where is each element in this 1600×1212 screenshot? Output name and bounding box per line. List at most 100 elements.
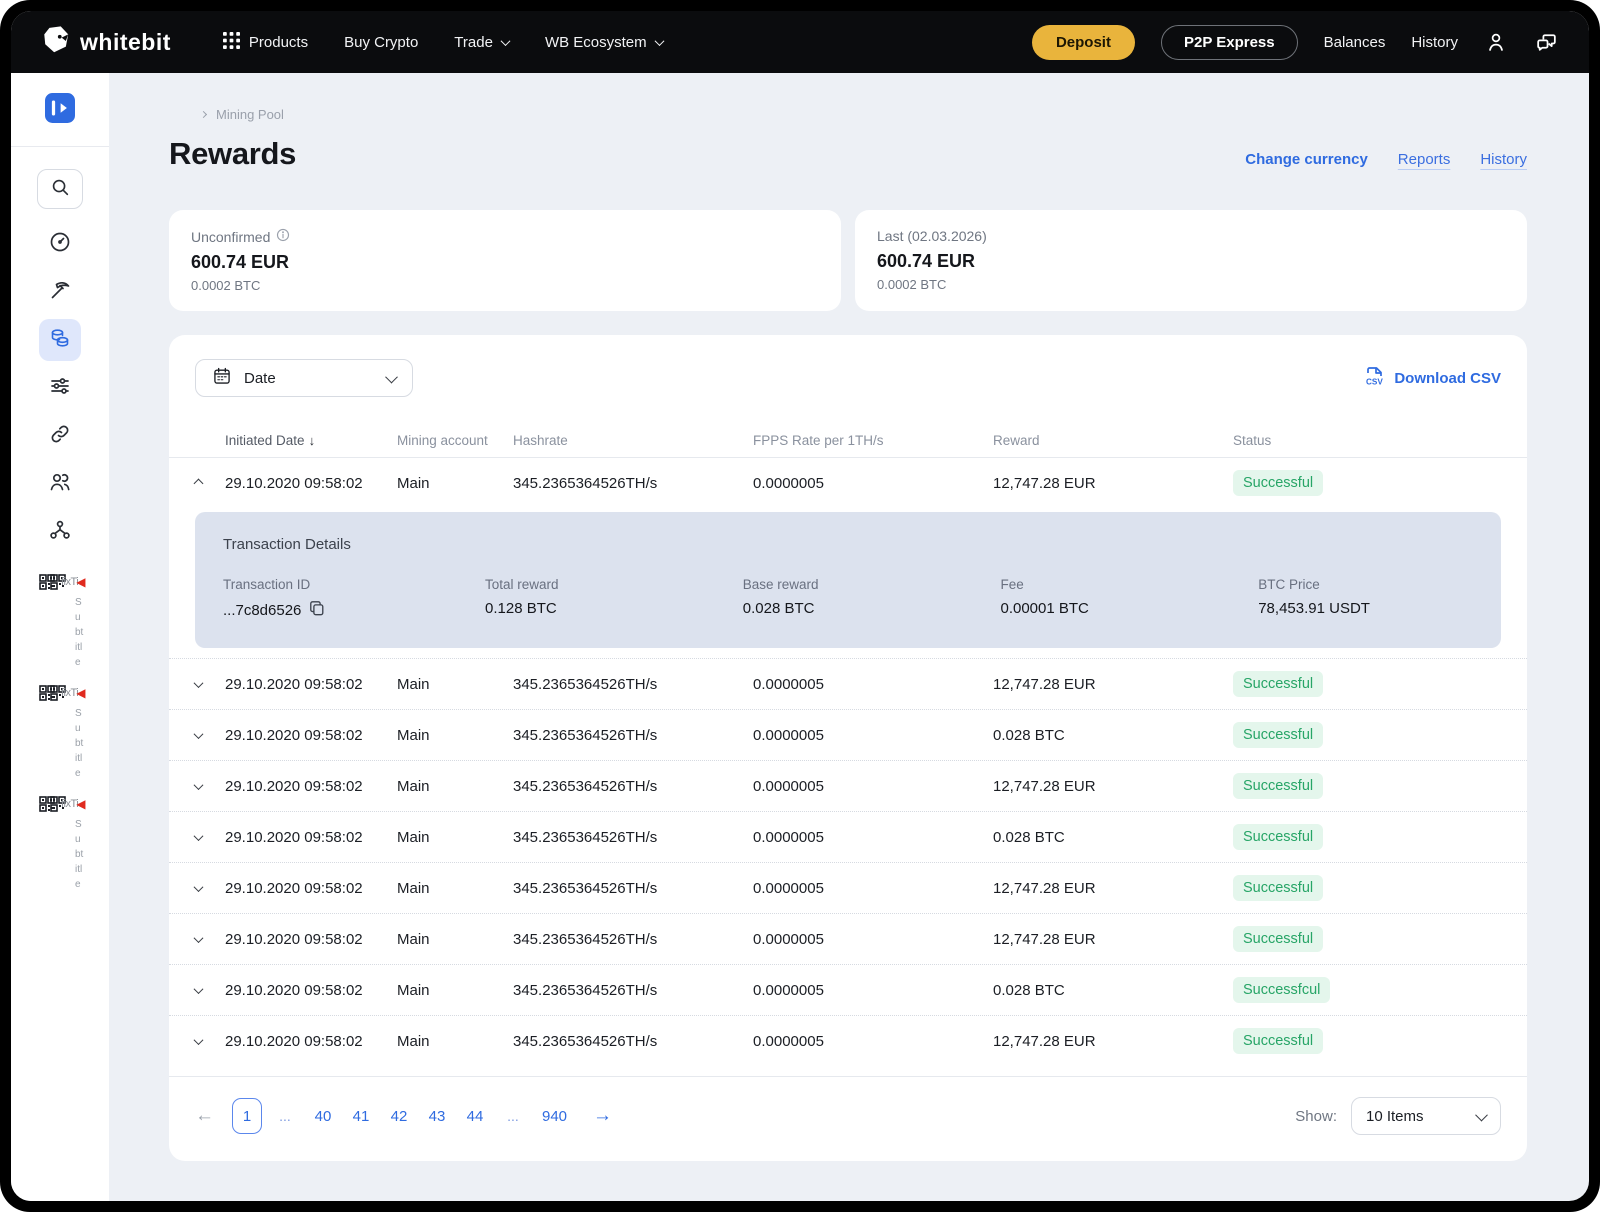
cell-mining-account: Main [397,727,513,744]
referral-icon [48,518,72,547]
deposit-button[interactable]: Deposit [1032,25,1135,60]
cell-fpps-rate: 0.0000005 [753,931,993,948]
page-number[interactable]: 1 [232,1098,262,1134]
chat-icon[interactable] [1534,30,1559,55]
table-row[interactable]: 29.10.2020 09:58:02 Main 345.2365364526T… [169,862,1527,913]
table-row[interactable]: 29.10.2020 09:58:02 Main 345.2365364526T… [169,811,1527,862]
row-expand-chevron-icon[interactable] [194,933,204,943]
table-row[interactable]: 29.10.2020 09:58:02 Main 345.2365364526T… [169,457,1527,508]
pickaxe-icon [48,278,72,307]
sidebar-search-button[interactable] [37,169,83,209]
chevron-down-icon [500,36,510,46]
detail-transaction-id: Transaction ID ...7c8d6526 [223,577,485,620]
page-number[interactable]: 42 [384,1098,414,1134]
chevron-down-icon [1475,1108,1488,1121]
date-filter-select[interactable]: Date [195,359,413,397]
breadcrumb[interactable]: Mining Pool [169,107,1527,122]
cell-hashrate: 345.2365364526TH/s [513,829,753,846]
nav-item-label: WB Ecosystem [545,34,647,51]
cell-initiated-date: 29.10.2020 09:58:02 [225,880,397,897]
sidebar-item-mining[interactable] [39,271,81,313]
summary-cards: Unconfirmed 600.74 EUR 0.0002 BTC Last (… [169,210,1527,311]
card-label: Last (02.03.2026) [877,228,987,244]
balances-link[interactable]: Balances [1324,34,1386,51]
show-label: Show: [1295,1108,1337,1125]
next-page-arrow[interactable]: → [593,1105,612,1127]
sidebar-item-users[interactable] [39,463,81,505]
page-list: 1...4041424344...940 [232,1098,573,1134]
users-icon [48,470,72,499]
sidebar-broken-item[interactable]: fixTi ◀ Subtitle [15,795,105,892]
transaction-details-panel: Transaction Details Transaction ID ...7c… [195,512,1501,648]
nav-item-trade[interactable]: Trade [454,34,509,51]
reports-link[interactable]: Reports [1398,151,1451,168]
page-number[interactable]: 940 [536,1098,573,1134]
cell-initiated-date: 29.10.2020 09:58:02 [225,727,397,744]
row-expand-chevron-icon[interactable] [194,478,204,488]
sidebar-item-referral[interactable] [39,511,81,553]
detail-fee: Fee 0.00001 BTC [1000,577,1258,620]
cell-hashrate: 345.2365364526TH/s [513,727,753,744]
table-header-initiated-date[interactable]: Initiated Date ↓ [225,433,397,448]
table-header-mining-account: Mining account [397,433,513,448]
rewards-table-card: Date CSV Download CSV Initiated Date [169,335,1527,1161]
table-row[interactable]: 29.10.2020 09:58:02 Main 345.2365364526T… [169,760,1527,811]
cell-mining-account: Main [397,829,513,846]
change-currency-link[interactable]: Change currency [1245,151,1368,168]
page-number[interactable]: 43 [422,1098,452,1134]
table-header-fpps-rate: FPPS Rate per 1TH/s [753,433,993,448]
copy-icon[interactable] [309,600,325,620]
sidebar-item-settings[interactable] [39,367,81,409]
status-badge: Successfcul [1233,977,1330,1003]
row-expand-chevron-icon[interactable] [194,1035,204,1045]
nav-item-products[interactable]: Products [223,32,308,53]
cell-initiated-date: 29.10.2020 09:58:02 [225,475,397,492]
sidebar-broken-item[interactable]: fixTi ◀ Subtitle [15,684,105,781]
row-expand-chevron-icon[interactable] [194,678,204,688]
history-page-link[interactable]: History [1480,151,1527,168]
cell-fpps-rate: 0.0000005 [753,829,993,846]
page-number[interactable]: 41 [346,1098,376,1134]
sidebar-broken-item[interactable]: fixTi ◀ Subtitle [15,573,105,670]
status-badge: Successful [1233,773,1323,799]
row-expand-chevron-icon[interactable] [194,984,204,994]
link-icon [48,422,72,451]
cell-reward: 12,747.28 EUR [993,778,1233,795]
page-size-select[interactable]: 10 Items [1351,1097,1501,1135]
table-row[interactable]: 29.10.2020 09:58:02 Main 345.2365364526T… [169,1015,1527,1066]
sidebar-toggle-icon[interactable] [45,93,75,128]
row-expand-chevron-icon[interactable] [194,780,204,790]
nav-item-wb-ecosystem[interactable]: WB Ecosystem [545,34,663,51]
page-number[interactable]: 44 [460,1098,490,1134]
logo[interactable]: whitebit [41,25,171,60]
p2p-express-button[interactable]: P2P Express [1161,25,1298,60]
unconfirmed-card: Unconfirmed 600.74 EUR 0.0002 BTC [169,210,841,311]
history-link[interactable]: History [1411,34,1458,51]
profile-icon[interactable] [1484,30,1508,54]
table-row[interactable]: 29.10.2020 09:58:02 Main 345.2365364526T… [169,658,1527,709]
table-row[interactable]: 29.10.2020 09:58:02 Main 345.2365364526T… [169,913,1527,964]
table-row[interactable]: 29.10.2020 09:58:02 Main 345.2365364526T… [169,709,1527,760]
row-expand-chevron-icon[interactable] [194,729,204,739]
sidebar-item-dashboard[interactable] [39,223,81,265]
calendar-icon [212,366,232,391]
prev-page-arrow[interactable]: ← [195,1105,214,1127]
page-size-value: 10 Items [1366,1108,1424,1125]
cell-mining-account: Main [397,1033,513,1050]
sidebar-divider [11,146,109,147]
row-expand-chevron-icon[interactable] [194,882,204,892]
download-csv-button[interactable]: CSV Download CSV [1362,364,1501,392]
table-row[interactable]: 29.10.2020 09:58:02 Main 345.2365364526T… [169,964,1527,1015]
info-icon[interactable] [276,228,290,245]
page-number[interactable]: 40 [308,1098,338,1134]
cell-mining-account: Main [397,778,513,795]
row-expand-chevron-icon[interactable] [194,831,204,841]
nav-item-buy-crypto[interactable]: Buy Crypto [344,34,418,51]
sidebar-item-links[interactable] [39,415,81,457]
cell-reward: 0.028 BTC [993,727,1233,744]
detail-base-reward: Base reward 0.028 BTC [743,577,1001,620]
red-glyph-icon: ◀ [76,575,85,589]
last-reward-card: Last (02.03.2026) 600.74 EUR 0.0002 BTC [855,210,1527,311]
cell-mining-account: Main [397,475,513,492]
sidebar-item-rewards[interactable] [39,319,81,361]
